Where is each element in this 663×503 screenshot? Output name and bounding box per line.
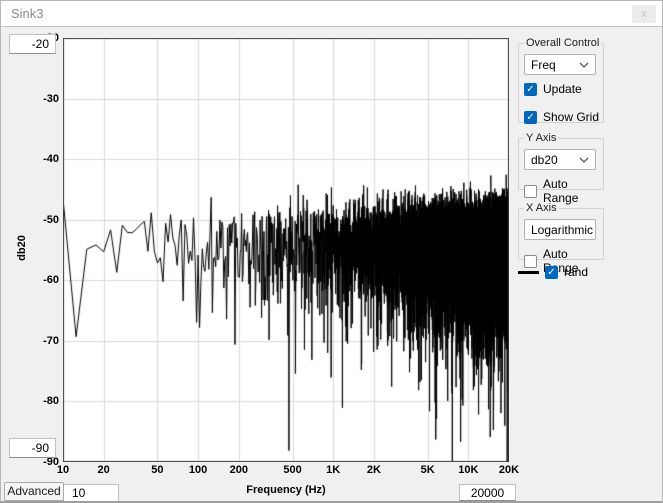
close-icon[interactable]: x: [632, 5, 656, 23]
x-axis-group-label: X Axis: [524, 202, 559, 214]
update-label: Update: [543, 82, 582, 96]
update-checkbox[interactable]: ✓: [524, 83, 537, 96]
x-tick-label: 1K: [326, 464, 340, 476]
x-axis-title: Frequency (Hz): [63, 484, 509, 496]
y-tick-label: -70: [43, 335, 59, 347]
x-axis-tick-labels: 1020501002005001K2K5K10K20K: [63, 464, 509, 477]
x-tick-label: 10K: [458, 464, 478, 476]
x-axis-group: X Axis Logarithmic Auto Range: [518, 202, 604, 260]
chevron-down-icon: [579, 157, 589, 163]
overall-control-select[interactable]: Freq: [524, 54, 596, 75]
x-tick-label: 200: [230, 464, 248, 476]
series-legend: ✓ rand: [518, 265, 588, 279]
y-axis-group-label: Y Axis: [524, 132, 558, 144]
y-axis-select[interactable]: db20: [524, 149, 596, 170]
x-tick-label: 20K: [499, 464, 519, 476]
window-title: Sink3: [11, 1, 44, 26]
y-max-input[interactable]: -20: [9, 34, 56, 54]
y-auto-range-row: Auto Range: [524, 177, 603, 205]
spectrum-plot[interactable]: [63, 38, 509, 462]
update-row: ✓ Update: [524, 82, 603, 96]
x-max-input[interactable]: 20000: [459, 484, 516, 501]
x-min-input[interactable]: 10: [63, 484, 119, 502]
title-bar: Sink3 x: [1, 1, 662, 27]
y-axis-select-value: db20: [531, 153, 558, 167]
series-label: rand: [564, 265, 588, 279]
x-tick-label: 20: [98, 464, 110, 476]
show-grid-row: ✓ Show Grid: [524, 110, 603, 124]
series-visibility-checkbox[interactable]: ✓: [545, 266, 558, 279]
x-tick-label: 100: [189, 464, 207, 476]
x-tick-label: 500: [283, 464, 301, 476]
y-tick-label: -60: [43, 274, 59, 286]
show-grid-checkbox[interactable]: ✓: [524, 111, 537, 124]
y-auto-range-checkbox[interactable]: [524, 185, 537, 198]
x-tick-label: 5K: [421, 464, 435, 476]
y-axis-group: Y Axis db20 Auto Range: [518, 132, 604, 190]
y-tick-label: -80: [43, 395, 59, 407]
y-auto-range-label: Auto Range: [543, 177, 603, 205]
y-axis-tick-labels: -20-30-40-50-60-70-80-90: [23, 38, 59, 462]
y-tick-label: -30: [43, 93, 59, 105]
x-tick-label: 50: [151, 464, 163, 476]
overall-control-group-label: Overall Control: [524, 37, 601, 49]
show-grid-label: Show Grid: [543, 110, 599, 124]
y-tick-label: -50: [43, 214, 59, 226]
advanced-button[interactable]: Advanced: [4, 482, 64, 501]
chevron-down-icon: [579, 62, 589, 68]
x-axis-select[interactable]: Logarithmic: [524, 219, 596, 240]
sink-window: Sink3 x -20 -30 -40 -50 -60 -70 -80 -90 10 20 50 1…: [0, 0, 663, 503]
series-line-swatch: [518, 271, 539, 274]
y-tick-label: -40: [43, 153, 59, 165]
overall-control-select-value: Freq: [531, 58, 556, 72]
x-axis-select-value: Logarithmic: [531, 223, 593, 237]
y-axis-title: db20: [16, 234, 28, 262]
overall-control-group: Overall Control Freq ✓ Update ✓ Show Gri…: [518, 37, 604, 123]
x-tick-label: 10: [57, 464, 69, 476]
x-tick-label: 2K: [367, 464, 381, 476]
y-min-input[interactable]: -90: [9, 438, 56, 458]
